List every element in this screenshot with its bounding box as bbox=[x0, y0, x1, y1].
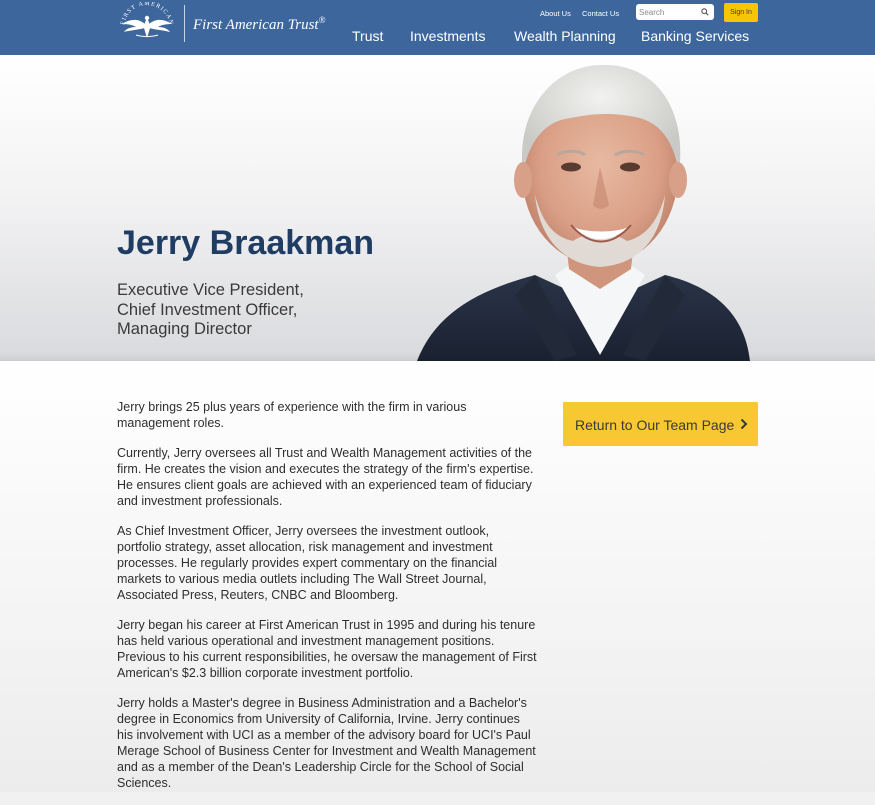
nav-banking-services[interactable]: Banking Services bbox=[641, 28, 749, 44]
bio-paragraph: Jerry began his career at First American… bbox=[117, 618, 537, 680]
search-input[interactable] bbox=[639, 5, 699, 19]
title-line: Managing Director bbox=[117, 320, 252, 338]
title-line: Chief Investment Officer, bbox=[117, 300, 298, 319]
hero-bottom-shade bbox=[0, 353, 875, 361]
bio-paragraph: As Chief Investment Officer, Jerry overs… bbox=[117, 524, 498, 602]
profile-name: Jerry Braakman bbox=[117, 224, 375, 262]
bio-paragraph: Currently, Jerry oversees all Trust and … bbox=[117, 446, 534, 508]
return-to-team-button[interactable]: Return to Our Team Page bbox=[563, 402, 758, 446]
site-header: FIRST AMERICAN First American Trust® Abo… bbox=[0, 0, 875, 55]
bio-text: Jerry brings 25 plus years of experience… bbox=[117, 399, 537, 805]
nav-investments[interactable]: Investments bbox=[410, 28, 485, 44]
brand-logo[interactable]: FIRST AMERICAN First American Trust® bbox=[116, 2, 326, 44]
about-us-link[interactable]: About Us bbox=[540, 9, 571, 18]
logo-divider bbox=[184, 5, 185, 42]
profile-title: Executive Vice President, Chief Investme… bbox=[117, 281, 304, 340]
brand-name: First American Trust® bbox=[193, 15, 326, 33]
sign-in-button[interactable]: Sign In bbox=[724, 3, 758, 22]
return-label: Return to Our Team Page bbox=[575, 417, 735, 433]
nav-wealth-planning[interactable]: Wealth Planning bbox=[514, 28, 616, 44]
bio-section: Jerry brings 25 plus years of experience… bbox=[0, 361, 875, 792]
profile-portrait bbox=[417, 64, 750, 361]
bio-paragraph: Jerry holds a Master's degree in Busines… bbox=[117, 696, 536, 790]
nav-trust[interactable]: Trust bbox=[352, 28, 383, 44]
search-box[interactable] bbox=[636, 4, 714, 20]
eagle-seal-icon: FIRST AMERICAN bbox=[120, 2, 173, 38]
bio-paragraph: Jerry brings 25 plus years of experience… bbox=[117, 400, 467, 430]
profile-hero: Jerry Braakman Executive Vice President,… bbox=[0, 55, 875, 361]
chevron-right-icon bbox=[740, 418, 748, 430]
title-line: Executive Vice President, bbox=[117, 281, 304, 299]
contact-us-link[interactable]: Contact Us bbox=[582, 9, 619, 18]
search-icon[interactable] bbox=[701, 8, 709, 16]
